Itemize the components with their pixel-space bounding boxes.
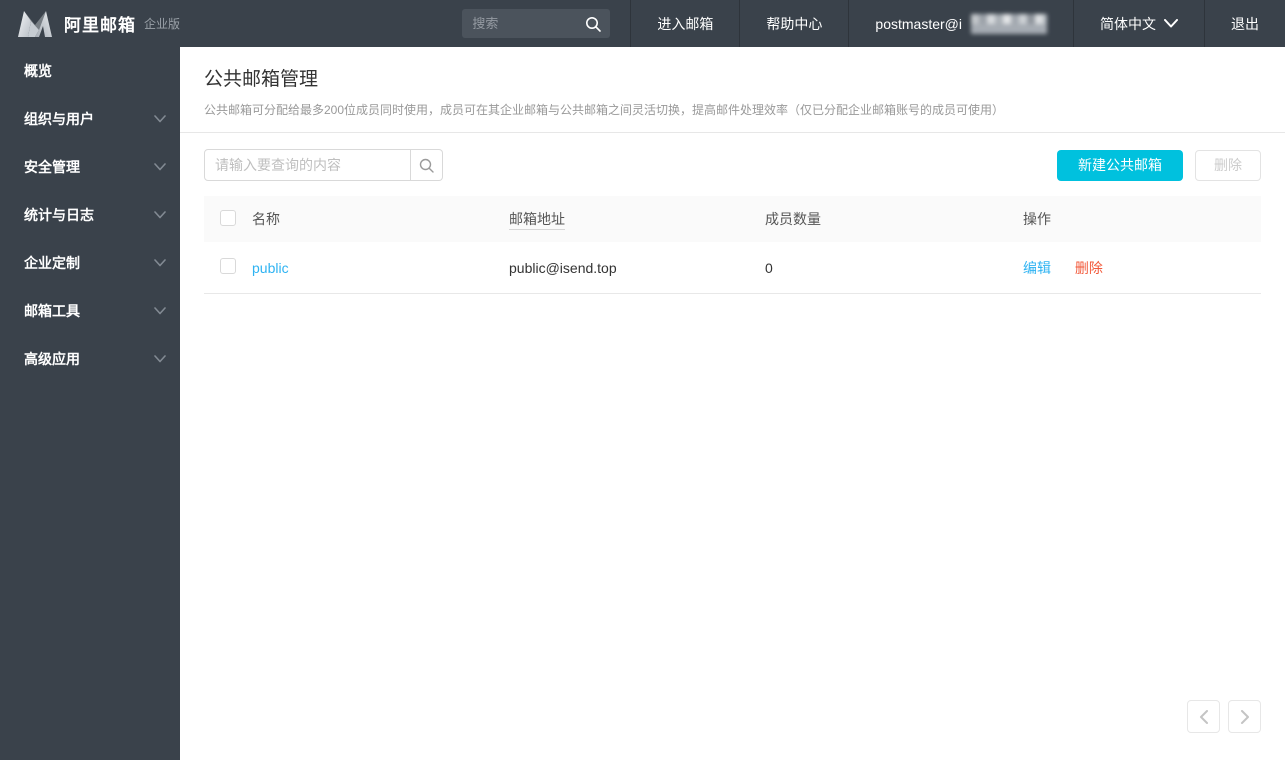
sidebar-item-org-users[interactable]: 组织与用户 [0,95,180,143]
column-header-actions: 操作 [1023,211,1051,227]
alimail-m-icon [18,10,52,37]
alimail-logo: 阿里邮箱 企业版 [0,0,180,47]
sidebar: 概览 组织与用户 安全管理 统计与日志 企业定制 邮箱工具 高级应用 [0,47,180,760]
main-content: 公共邮箱管理 公共邮箱可分配给最多200位成员同时使用，成员可在其企业邮箱与公共… [180,47,1285,760]
logout-button[interactable]: 退出 [1204,0,1285,47]
topbar-nav: 进入邮箱 帮助中心 postmaster@i 简体中文 退出 [630,0,1285,47]
column-header-address: 邮箱地址 [509,211,565,230]
logo-edition-badge: 企业版 [144,17,181,31]
sidebar-item-label: 概览 [24,63,52,79]
mailbox-members-cell: 0 [765,259,773,276]
query-search-button[interactable] [411,149,443,181]
logo-text: 阿里邮箱 [64,16,136,35]
delete-link[interactable]: 删除 [1075,260,1103,276]
chevron-down-icon [154,115,166,123]
delete-button[interactable]: 删除 [1195,149,1261,181]
language-label: 简体中文 [1100,15,1156,32]
sidebar-item-label: 统计与日志 [24,207,94,223]
table-row: public public@isend.top 0 编辑 删除 [204,242,1261,294]
query-input[interactable] [204,149,411,181]
help-center-label: 帮助中心 [766,15,823,32]
edit-link[interactable]: 编辑 [1023,260,1051,276]
account-menu[interactable]: postmaster@i [848,0,1073,47]
logout-label: 退出 [1231,15,1259,32]
select-all-checkbox[interactable] [220,209,236,226]
chevron-down-icon [1164,19,1178,28]
search-icon[interactable] [584,15,602,33]
topbar-search [462,9,611,38]
chevron-down-icon [154,259,166,267]
page-header: 公共邮箱管理 公共邮箱可分配给最多200位成员同时使用，成员可在其企业邮箱与公共… [180,47,1285,133]
sidebar-item-label: 企业定制 [24,255,80,271]
sidebar-item-security[interactable]: 安全管理 [0,143,180,191]
toolbar-actions: 新建公共邮箱 删除 [1057,149,1261,181]
row-checkbox[interactable] [220,258,236,274]
sidebar-item-advanced-apps[interactable]: 高级应用 [0,335,180,383]
account-email: postmaster@i [875,15,962,32]
table-header-row: 名称 邮箱地址 成员数量 操作 [204,196,1261,242]
public-mailbox-table: 名称 邮箱地址 成员数量 操作 public public@isend.top … [204,196,1261,294]
account-email-redacted [971,13,1047,34]
topbar: 阿里邮箱 企业版 进入邮箱 帮助中心 postmaster@i 简体中文 退出 [0,0,1285,47]
sidebar-item-label: 安全管理 [24,159,80,175]
query-group [204,149,443,181]
chevron-down-icon [154,163,166,171]
sidebar-item-label: 高级应用 [24,351,80,367]
pagination [1187,700,1261,733]
toolbar: 新建公共邮箱 删除 [180,133,1285,196]
sidebar-item-mail-tools[interactable]: 邮箱工具 [0,287,180,335]
sidebar-item-stats-logs[interactable]: 统计与日志 [0,191,180,239]
create-public-mailbox-button[interactable]: 新建公共邮箱 [1057,149,1183,181]
column-header-name: 名称 [252,211,280,227]
enter-mailbox-button[interactable]: 进入邮箱 [630,0,739,47]
sidebar-item-overview[interactable]: 概览 [0,47,180,95]
chevron-down-icon [154,211,166,219]
help-center-button[interactable]: 帮助中心 [739,0,848,47]
next-page-button[interactable] [1228,700,1261,733]
chevron-down-icon [154,355,166,363]
mailbox-address-cell: public@isend.top [509,259,617,276]
sidebar-item-label: 组织与用户 [24,111,94,127]
language-selector[interactable]: 简体中文 [1073,0,1204,47]
chevron-left-icon [1199,709,1208,724]
page-subtitle: 公共邮箱可分配给最多200位成员同时使用，成员可在其企业邮箱与公共邮箱之间灵活切… [204,103,1005,117]
column-header-members: 成员数量 [765,211,821,227]
enter-mailbox-label: 进入邮箱 [657,15,714,32]
topbar-search-input[interactable] [472,16,585,31]
chevron-right-icon [1240,709,1249,724]
prev-page-button[interactable] [1187,700,1220,733]
chevron-down-icon [154,307,166,315]
sidebar-item-label: 邮箱工具 [24,303,80,319]
sidebar-item-enterprise-custom[interactable]: 企业定制 [0,239,180,287]
mailbox-name-link[interactable]: public [252,260,289,276]
page-title: 公共邮箱管理 [204,69,319,90]
search-icon [419,158,434,173]
